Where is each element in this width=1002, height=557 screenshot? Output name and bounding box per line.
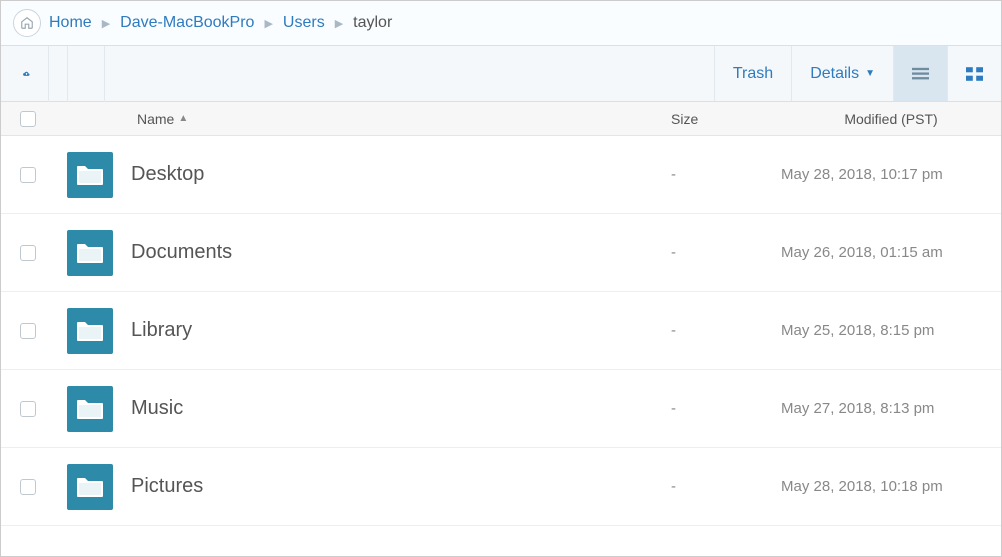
view-list-button[interactable] xyxy=(893,46,947,101)
trash-label: Trash xyxy=(733,65,773,83)
folder-icon xyxy=(67,386,113,432)
sort-asc-icon: ▲ xyxy=(178,113,188,124)
table-header: Name ▲ Size Modified (PST) xyxy=(1,102,1001,136)
row-modified: May 25, 2018, 8:15 pm xyxy=(781,322,1001,339)
table-row[interactable]: Library - May 25, 2018, 8:15 pm xyxy=(1,292,1001,370)
breadcrumb: Home ▶ Dave-MacBookPro ▶ Users ▶ taylor xyxy=(1,1,1001,46)
row-size: - xyxy=(671,244,781,261)
row-size: - xyxy=(671,400,781,417)
select-all-checkbox[interactable] xyxy=(20,111,36,127)
row-size: - xyxy=(671,478,781,495)
row-size: - xyxy=(671,166,781,183)
list-view-icon xyxy=(912,66,929,82)
folder-icon xyxy=(67,464,113,510)
row-size: - xyxy=(671,322,781,339)
row-modified: May 28, 2018, 10:18 pm xyxy=(781,478,1001,495)
row-name: Music xyxy=(131,397,671,420)
table-row[interactable]: Pictures - May 28, 2018, 10:18 pm xyxy=(1,448,1001,526)
upload-button[interactable] xyxy=(13,46,49,102)
row-checkbox[interactable] xyxy=(20,245,36,261)
row-name: Pictures xyxy=(131,475,671,498)
breadcrumb-item-home[interactable]: Home xyxy=(49,14,92,32)
cloud-upload-icon xyxy=(23,61,30,87)
table-row[interactable]: Documents - May 26, 2018, 01:15 am xyxy=(1,214,1001,292)
row-name: Library xyxy=(131,319,671,342)
row-modified: May 27, 2018, 8:13 pm xyxy=(781,400,1001,417)
column-name-label: Name xyxy=(137,111,174,127)
column-header-size[interactable]: Size xyxy=(671,111,781,127)
row-checkbox[interactable] xyxy=(20,323,36,339)
folder-icon xyxy=(67,230,113,276)
view-grid-button[interactable] xyxy=(947,46,1001,101)
chevron-right-icon: ▶ xyxy=(262,17,274,30)
home-icon xyxy=(20,16,34,30)
new-folder-button[interactable] xyxy=(67,46,105,102)
breadcrumb-item-current: taylor xyxy=(353,14,392,32)
details-dropdown[interactable]: Details ▼ xyxy=(791,46,893,101)
grid-view-icon xyxy=(966,66,983,82)
breadcrumb-item-users[interactable]: Users xyxy=(283,14,325,32)
row-modified: May 28, 2018, 10:17 pm xyxy=(781,166,1001,183)
folder-icon xyxy=(67,308,113,354)
row-modified: May 26, 2018, 01:15 am xyxy=(781,244,1001,261)
row-checkbox[interactable] xyxy=(20,479,36,495)
chevron-right-icon: ▶ xyxy=(100,17,112,30)
column-header-name[interactable]: Name ▲ xyxy=(55,111,671,127)
row-checkbox[interactable] xyxy=(20,401,36,417)
toolbar: Trash Details ▼ xyxy=(1,46,1001,102)
home-button[interactable] xyxy=(13,9,41,37)
caret-down-icon: ▼ xyxy=(865,68,875,79)
row-name: Documents xyxy=(131,241,671,264)
details-label: Details xyxy=(810,65,859,83)
table-row[interactable]: Music - May 27, 2018, 8:13 pm xyxy=(1,370,1001,448)
chevron-right-icon: ▶ xyxy=(333,17,345,30)
column-header-modified[interactable]: Modified (PST) xyxy=(781,111,1001,127)
row-checkbox[interactable] xyxy=(20,167,36,183)
row-name: Desktop xyxy=(131,163,671,186)
table-row[interactable]: Desktop - May 28, 2018, 10:17 pm xyxy=(1,136,1001,214)
breadcrumb-item-device[interactable]: Dave-MacBookPro xyxy=(120,14,254,32)
folder-icon xyxy=(67,152,113,198)
trash-button[interactable]: Trash xyxy=(714,46,791,101)
